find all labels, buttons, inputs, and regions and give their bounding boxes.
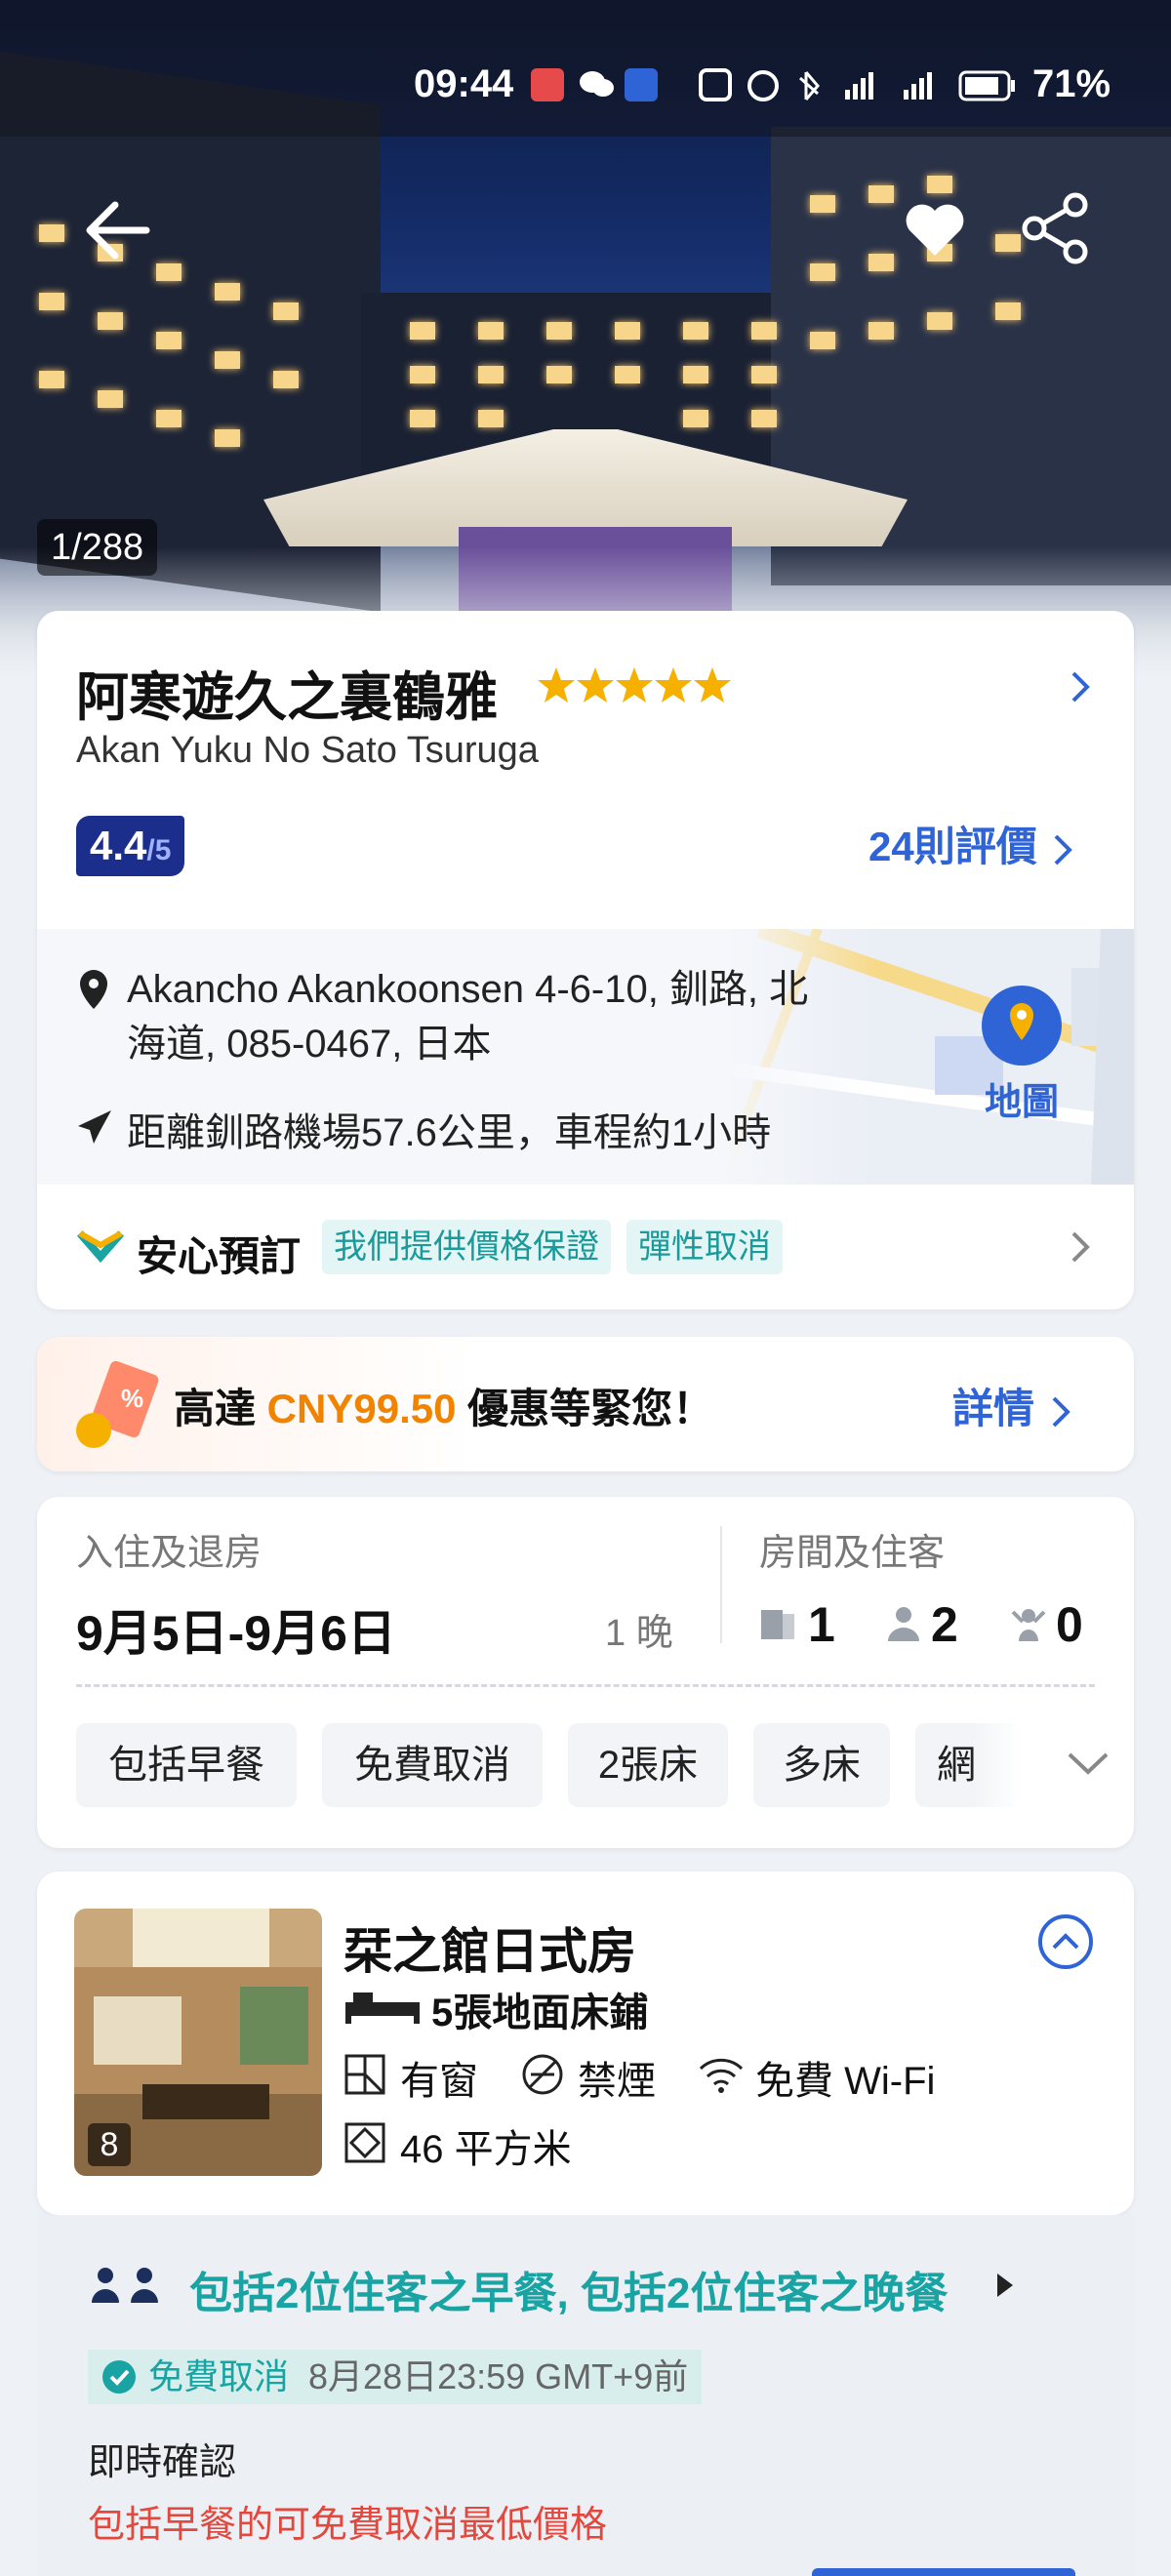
status-time: 09:44 — [414, 62, 514, 105]
dates-label: 入住及退房 — [76, 1533, 262, 1574]
filter-chip-two-beds[interactable]: 2張床 — [568, 1723, 728, 1807]
filter-chip-multi-bed[interactable]: 多床 — [753, 1723, 890, 1807]
wechat-icon — [578, 68, 615, 100]
rating-scale: /5 — [146, 834, 172, 866]
filters-expand[interactable] — [972, 1713, 1134, 1821]
rooms-count: 1 — [808, 1597, 835, 1652]
room-window: 有窗 — [400, 2060, 478, 2103]
promo-amount: CNY99.50 — [266, 1386, 457, 1431]
hotel-address: Akancho Akankoonsen 4-6-10, 釧路, 北 海道, 08… — [127, 968, 809, 1066]
rating-badge: 4.4/5 — [76, 816, 185, 876]
book-button-edge[interactable] — [812, 2568, 1075, 2576]
hotel-info-card: 阿寒遊久之裏鶴雅 Akan Yuku No Sato Tsuruga 4.4/5… — [37, 611, 1134, 1309]
children-count: 0 — [1056, 1597, 1083, 1652]
room-beds: 5張地面床鋪 — [431, 1992, 649, 2034]
divider — [720, 1526, 722, 1643]
promo-details-link[interactable]: 詳情 — [952, 1376, 1075, 1435]
address-section[interactable]: Akancho Akankoonsen 4-6-10, 釧路, 北 海道, 08… — [37, 929, 1134, 1185]
promo-banner[interactable]: % 高達 CNY99.50 優惠等緊您！ 詳情 — [37, 1337, 1134, 1471]
free-cancel-deadline: 8月28日23:59 GMT+9前 — [308, 2356, 689, 2396]
map-button[interactable] — [982, 986, 1062, 1066]
assurance-heart-icon — [76, 1230, 125, 1264]
guests-label: 房間及住客 — [759, 1533, 946, 1574]
assurance-tag-cancel: 彈性取消 — [626, 1220, 783, 1274]
system-status-icons — [699, 66, 1070, 105]
free-cancel-label: 免費取消 — [148, 2356, 290, 2396]
collapse-icon — [1038, 1914, 1093, 1969]
no-smoking-icon — [522, 2054, 563, 2095]
check-circle-icon — [102, 2360, 136, 2394]
battery-percent: 71% — [1032, 62, 1111, 105]
map-pin-icon — [1010, 1003, 1033, 1040]
guests-icon — [92, 2268, 158, 2303]
lightbulb-icon — [625, 68, 658, 101]
filter-chip-breakfast[interactable]: 包括早餐 — [76, 1723, 297, 1807]
room-photo[interactable]: 8 — [74, 1909, 322, 2176]
room-wifi: 免費 Wi-Fi — [755, 2060, 936, 2103]
coupon-icon: % — [76, 1360, 159, 1448]
child-icon — [1011, 1609, 1046, 1641]
back-button[interactable] — [78, 191, 156, 269]
room-smoking: 禁煙 — [578, 2060, 656, 2103]
status-bar: 09:44 71% — [0, 0, 1171, 137]
photo-counter: 1/288 — [37, 519, 158, 576]
chevron-right-icon — [1052, 1396, 1070, 1428]
play-icon — [997, 2274, 1013, 2297]
room-size-icon — [344, 2122, 385, 2163]
chevron-right-icon — [1054, 834, 1073, 865]
hotel-name-english: Akan Yuku No Sato Tsuruga — [76, 730, 539, 771]
assurance-tag-price: 我們提供價格保證 — [322, 1220, 611, 1274]
back-arrow-icon — [86, 201, 150, 260]
wifi-icon — [699, 2058, 744, 2093]
adults-count: 2 — [931, 1597, 958, 1652]
airport-distance: 距離釧路機場57.6公里，車程約1小時 — [127, 1111, 772, 1154]
map-label[interactable]: 地圖 — [982, 1071, 1062, 1125]
assurance-row[interactable]: 安心預訂 我們提供價格保證 彈性取消 — [37, 1185, 1134, 1309]
promo-text: 高達 CNY99.50 優惠等緊您！ — [174, 1386, 714, 1431]
room-card[interactable]: 8 栞之館日式房 5張地面床鋪 有窗 禁煙 免費 Wi-Fi 46 平方米 — [37, 1872, 1134, 2215]
rating-value: 4.4 — [90, 823, 147, 868]
room-icon — [761, 1610, 794, 1639]
star-rating — [537, 662, 732, 710]
share-icon — [1022, 192, 1088, 264]
chevron-right-icon — [1071, 1231, 1090, 1263]
chevron-down-icon — [1068, 1752, 1109, 1775]
meal-plan: 包括2位住客之早餐, 包括2位住客之晚餐 — [189, 2270, 949, 2317]
location-pin-icon — [80, 970, 107, 1009]
favorite-button[interactable] — [904, 201, 966, 260]
airplane-icon — [78, 1110, 111, 1144]
stay-dates[interactable]: 9月5日-9月6日 — [76, 1594, 396, 1665]
adult-icon — [888, 1607, 919, 1641]
booking-card: 入住及退房 9月5日-9月6日 1 晚 房間及住客 1 2 0 包括早餐 免費取… — [37, 1497, 1134, 1848]
instant-confirm: 即時確認 — [88, 2442, 237, 2483]
filter-chip-free-cancel[interactable]: 免費取消 — [322, 1723, 543, 1807]
chevron-right-icon — [1071, 671, 1090, 703]
svg-text:%: % — [121, 1384, 143, 1413]
dashed-divider — [76, 1684, 1095, 1687]
room-size: 46 平方米 — [400, 2128, 572, 2171]
nights-count: 1 晚 — [605, 1613, 673, 1654]
rate-offer[interactable]: 包括2位住客之早餐, 包括2位住客之晚餐 免費取消 8月28日23:59 GMT… — [37, 2215, 1134, 2576]
room-name: 栞之館日式房 — [343, 1924, 636, 1979]
reviews-count: 24則評價 — [868, 824, 1037, 869]
assurance-title: 安心預訂 — [137, 1233, 302, 1279]
share-button[interactable] — [1021, 191, 1091, 265]
floor-bed-icon — [345, 1992, 420, 2024]
room-photo-count: 8 — [88, 2123, 131, 2166]
hotel-details-chevron[interactable] — [1066, 667, 1095, 706]
hotel-name: 阿寒遊久之裏鶴雅 — [76, 668, 498, 727]
heart-icon — [906, 204, 964, 256]
reviews-link[interactable]: 24則評價 — [868, 820, 1077, 874]
lowest-price-note: 包括早餐的可免費取消最低價格 — [88, 2505, 608, 2546]
free-cancel-badge: 免費取消 8月28日23:59 GMT+9前 — [88, 2350, 703, 2404]
guests-selector[interactable]: 1 2 0 — [759, 1590, 1120, 1659]
notification-icon — [531, 68, 564, 101]
stars-icon — [538, 667, 731, 703]
window-icon — [344, 2054, 385, 2095]
